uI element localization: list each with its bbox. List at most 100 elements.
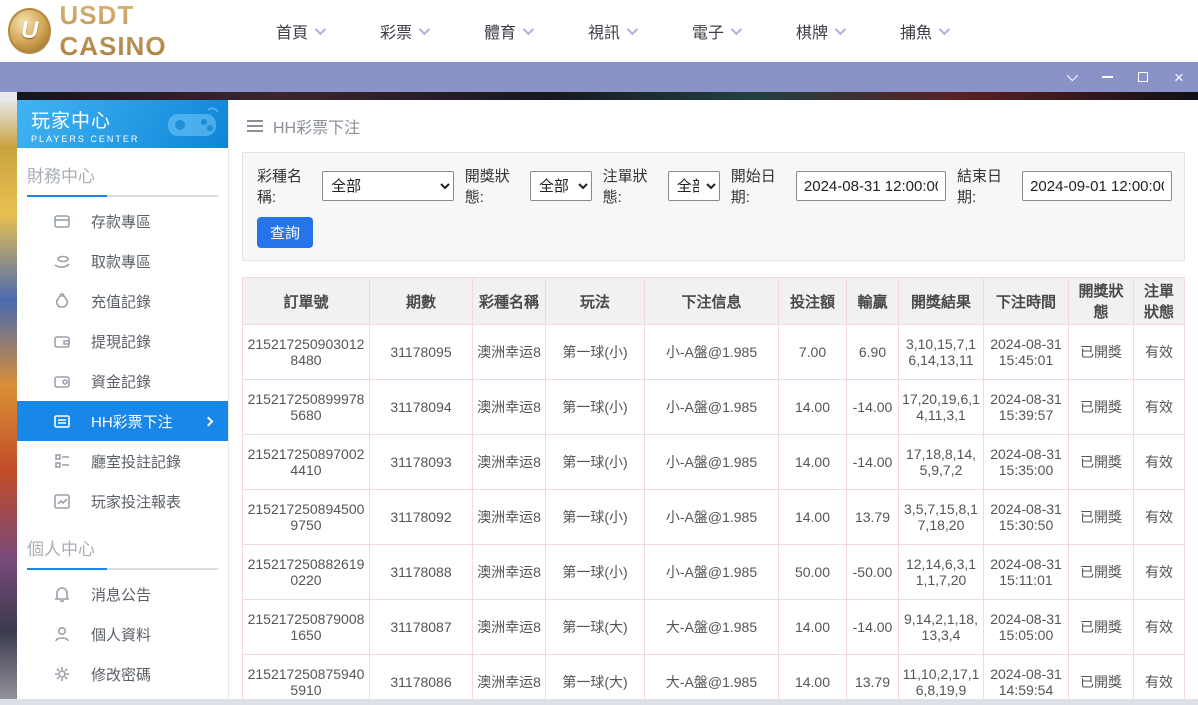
sidebar-item-deposit[interactable]: 存款專區 <box>17 201 228 241</box>
table-cell: 31178087 <box>369 599 473 655</box>
window-dropdown-button[interactable] <box>1060 67 1082 87</box>
table-cell: 小-A盤@1.985 <box>644 324 779 380</box>
table-header-cell: 彩種名稱 <box>472 277 546 325</box>
gear-icon <box>53 665 71 683</box>
bets-table: 訂單號 期數 彩種名稱 玩法 下注信息 投注額 輸贏 開獎結果 下注時間 開獎狀態 注單狀態 215… <box>242 277 1185 705</box>
table-cell: 7.00 <box>778 324 847 380</box>
window-close-button[interactable]: × <box>1168 67 1190 87</box>
table-cell: 2152172509030128480 <box>242 324 370 380</box>
background-artwork-strip <box>0 92 17 705</box>
chevron-down-icon <box>1066 69 1079 82</box>
nav-live[interactable]: 視訊 <box>588 19 692 43</box>
close-icon: × <box>1174 67 1184 87</box>
main-content: HH彩票下注 彩種名稱: 全部 開獎狀態: 全部 注單狀態: 全部 開始日期: … <box>229 100 1198 705</box>
table-cell: 3,5,7,15,8,17,18,20 <box>898 489 984 545</box>
table-cell: 50.00 <box>778 544 847 600</box>
table-cell: 第一球(大) <box>545 599 645 655</box>
sidebar-item-player-bet-report[interactable]: 玩家投注報表 <box>17 481 228 521</box>
search-button[interactable]: 查詢 <box>257 217 314 248</box>
sidebar-item-recharge-record[interactable]: 充值記錄 <box>17 281 228 321</box>
start-date-input[interactable] <box>795 171 946 201</box>
sidebar-item-funds-record[interactable]: 資金記錄 <box>17 361 228 401</box>
nav-lottery[interactable]: 彩票 <box>380 19 484 43</box>
table-cell: 已開獎 <box>1068 434 1134 490</box>
table-cell: 小-A盤@1.985 <box>644 489 779 545</box>
sidebar-item-change-password[interactable]: 修改密碼 <box>17 654 228 694</box>
table-header-cell: 訂單號 <box>242 277 370 325</box>
page-title: HH彩票下注 <box>273 120 361 137</box>
table-cell: 2152172508759405910 <box>242 654 370 705</box>
chevron-down-icon <box>730 23 743 36</box>
logo-text: USDT CASINO <box>59 0 238 62</box>
table-header-cell: 注單狀態 <box>1133 277 1185 325</box>
person-icon <box>53 625 71 643</box>
table-cell: 14.00 <box>778 489 847 545</box>
window-maximize-button[interactable] <box>1132 67 1154 87</box>
table-cell: 已開獎 <box>1068 324 1134 380</box>
window-bottom-edge <box>0 699 1198 705</box>
menu-toggle-icon[interactable] <box>247 120 263 132</box>
table-cell: 17,18,8,14,5,9,7,2 <box>898 434 984 490</box>
sidebar-item-withdraw[interactable]: 取款專區 <box>17 241 228 281</box>
nav-home[interactable]: 首頁 <box>276 19 380 43</box>
section-divider <box>27 195 218 197</box>
nav-sports[interactable]: 體育 <box>484 19 588 43</box>
chevron-down-icon <box>938 23 951 36</box>
table-row: 2152172508945009750 31178092 澳洲幸运8 第一球(小) 小-… <box>242 489 1185 545</box>
table-cell: 2024-08-31 15:30:50 <box>983 489 1069 545</box>
table-cell: 有效 <box>1133 489 1185 545</box>
table-cell: 第一球(小) <box>545 544 645 600</box>
lottery-name-select[interactable]: 全部 <box>322 171 454 201</box>
end-date-label: 結束日期: <box>956 168 1002 206</box>
table-row: 2152172508759405910 31178086 澳洲幸运8 第一球(大) 大-… <box>242 654 1185 705</box>
table-cell: 31178088 <box>369 544 473 600</box>
table-header-cell: 下注信息 <box>644 277 779 325</box>
table-cell: 有效 <box>1133 324 1185 380</box>
nav-cards[interactable]: 棋牌 <box>796 19 900 43</box>
table-cell: 已開獎 <box>1068 489 1134 545</box>
table-cell: 2024-08-31 15:05:00 <box>983 599 1069 655</box>
sidebar-item-profile[interactable]: 個人資料 <box>17 614 228 654</box>
table-header-cell: 開獎狀態 <box>1068 277 1134 325</box>
start-date-label: 開始日期: <box>730 168 776 206</box>
table-cell: 2024-08-31 15:39:57 <box>983 379 1069 435</box>
table-cell: 澳洲幸运8 <box>472 544 546 600</box>
site-logo[interactable]: U USDT CASINO <box>8 0 238 62</box>
filter-panel: 彩種名稱: 全部 開獎狀態: 全部 注單狀態: 全部 開始日期: 2024-08… <box>242 152 1185 261</box>
table-cell: -14.00 <box>846 434 899 490</box>
sidebar-item-announcements[interactable]: 消息公告 <box>17 574 228 614</box>
table-header-cell: 開獎結果 <box>898 277 984 325</box>
table-cell: 第一球(小) <box>545 324 645 380</box>
end-date-input[interactable] <box>1022 171 1173 201</box>
table-cell: 有效 <box>1133 434 1185 490</box>
draw-status-select[interactable]: 全部 <box>529 171 592 201</box>
table-cell: 大-A盤@1.985 <box>644 599 779 655</box>
table-cell: 第一球(大) <box>545 654 645 705</box>
nav-slots[interactable]: 電子 <box>692 19 796 43</box>
maximize-icon <box>1138 72 1148 82</box>
table-cell: 澳洲幸运8 <box>472 654 546 705</box>
nav-fishing[interactable]: 捕魚 <box>900 19 1004 43</box>
table-cell: 澳洲幸运8 <box>472 489 546 545</box>
usdt-coin-icon: U <box>8 8 52 54</box>
lottery-name-label: 彩種名稱: <box>257 168 303 206</box>
table-cell: 14.00 <box>778 599 847 655</box>
chart-report-icon <box>53 492 71 510</box>
wallet-icon <box>53 332 71 350</box>
sidebar-item-withdraw-record[interactable]: 提現記錄 <box>17 321 228 361</box>
money-bag-icon <box>53 292 71 310</box>
table-cell: 有效 <box>1133 599 1185 655</box>
table-row: 2152172508999785680 31178094 澳洲幸运8 第一球(小) 小-… <box>242 379 1185 435</box>
table-cell: 第一球(小) <box>545 379 645 435</box>
hand-coin-icon <box>53 252 71 270</box>
table-cell: -14.00 <box>846 599 899 655</box>
table-row: 2152172508826190220 31178088 澳洲幸运8 第一球(小) 小-… <box>242 544 1185 600</box>
table-cell: 已開獎 <box>1068 599 1134 655</box>
table-cell: 小-A盤@1.985 <box>644 544 779 600</box>
order-status-select[interactable]: 全部 <box>667 171 720 201</box>
sidebar-item-room-bet-record[interactable]: 廳室投註記錄 <box>17 441 228 481</box>
sidebar-item-hh-lottery-bet[interactable]: HH彩票下注 <box>17 401 228 441</box>
table-cell: 2152172508970024410 <box>242 434 370 490</box>
table-cell: 2152172508826190220 <box>242 544 370 600</box>
window-minimize-button[interactable] <box>1096 67 1118 87</box>
